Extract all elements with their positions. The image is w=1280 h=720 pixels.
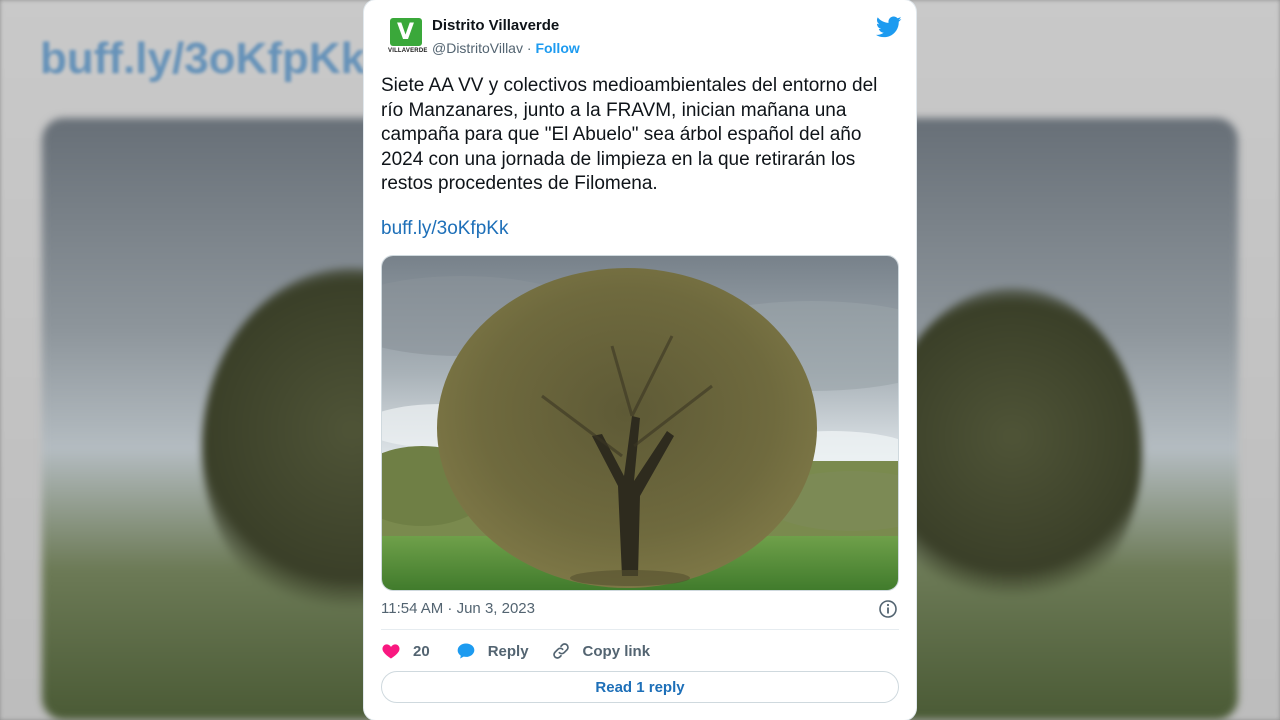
copy-link-label: Copy link (582, 642, 651, 660)
read-replies-button[interactable]: Read 1 reply (381, 671, 899, 703)
link-icon (552, 643, 569, 659)
like-button[interactable]: 20 (381, 641, 430, 661)
tweet-body: Siete AA VV y colectivos medioambientale… (381, 75, 878, 194)
tweet-card[interactable]: V VILLAVERDE Distrito Villaverde @Distri… (364, 0, 916, 720)
divider (381, 629, 899, 630)
author-name[interactable]: Distrito Villaverde (432, 17, 559, 34)
tweet-photo[interactable] (381, 255, 899, 591)
copy-link-button[interactable]: Copy link (551, 641, 651, 661)
likes-count: 20 (413, 642, 430, 660)
follow-link[interactable]: Follow (535, 40, 579, 56)
logo-mark: V (390, 18, 422, 46)
logo-text: VILLAVERDE (388, 48, 428, 54)
background-link-text: buff.ly/3oKfpKk (40, 34, 366, 83)
info-icon[interactable] (878, 599, 898, 619)
handle-separator: · (522, 40, 536, 56)
reply-button[interactable]: Reply (456, 641, 529, 661)
author-handle-line: @DistritoVillav · Follow (432, 40, 580, 56)
tweet-timestamp[interactable]: 11:54 AM · Jun 3, 2023 (381, 600, 535, 617)
tree-photo-illustration (382, 256, 898, 590)
tweet-link[interactable]: buff.ly/3oKfpKk (381, 218, 508, 240)
heart-icon (382, 644, 400, 659)
reply-label: Reply (487, 642, 529, 660)
tweet-header: V VILLAVERDE Distrito Villaverde @Distri… (382, 14, 902, 64)
tweet-actions: 20 Reply Copy link (381, 638, 666, 664)
twitter-bird-icon[interactable] (876, 14, 902, 40)
speech-bubble-icon (457, 643, 475, 659)
avatar[interactable]: V VILLAVERDE (386, 18, 428, 58)
author-handle[interactable]: @DistritoVillav (432, 40, 523, 56)
